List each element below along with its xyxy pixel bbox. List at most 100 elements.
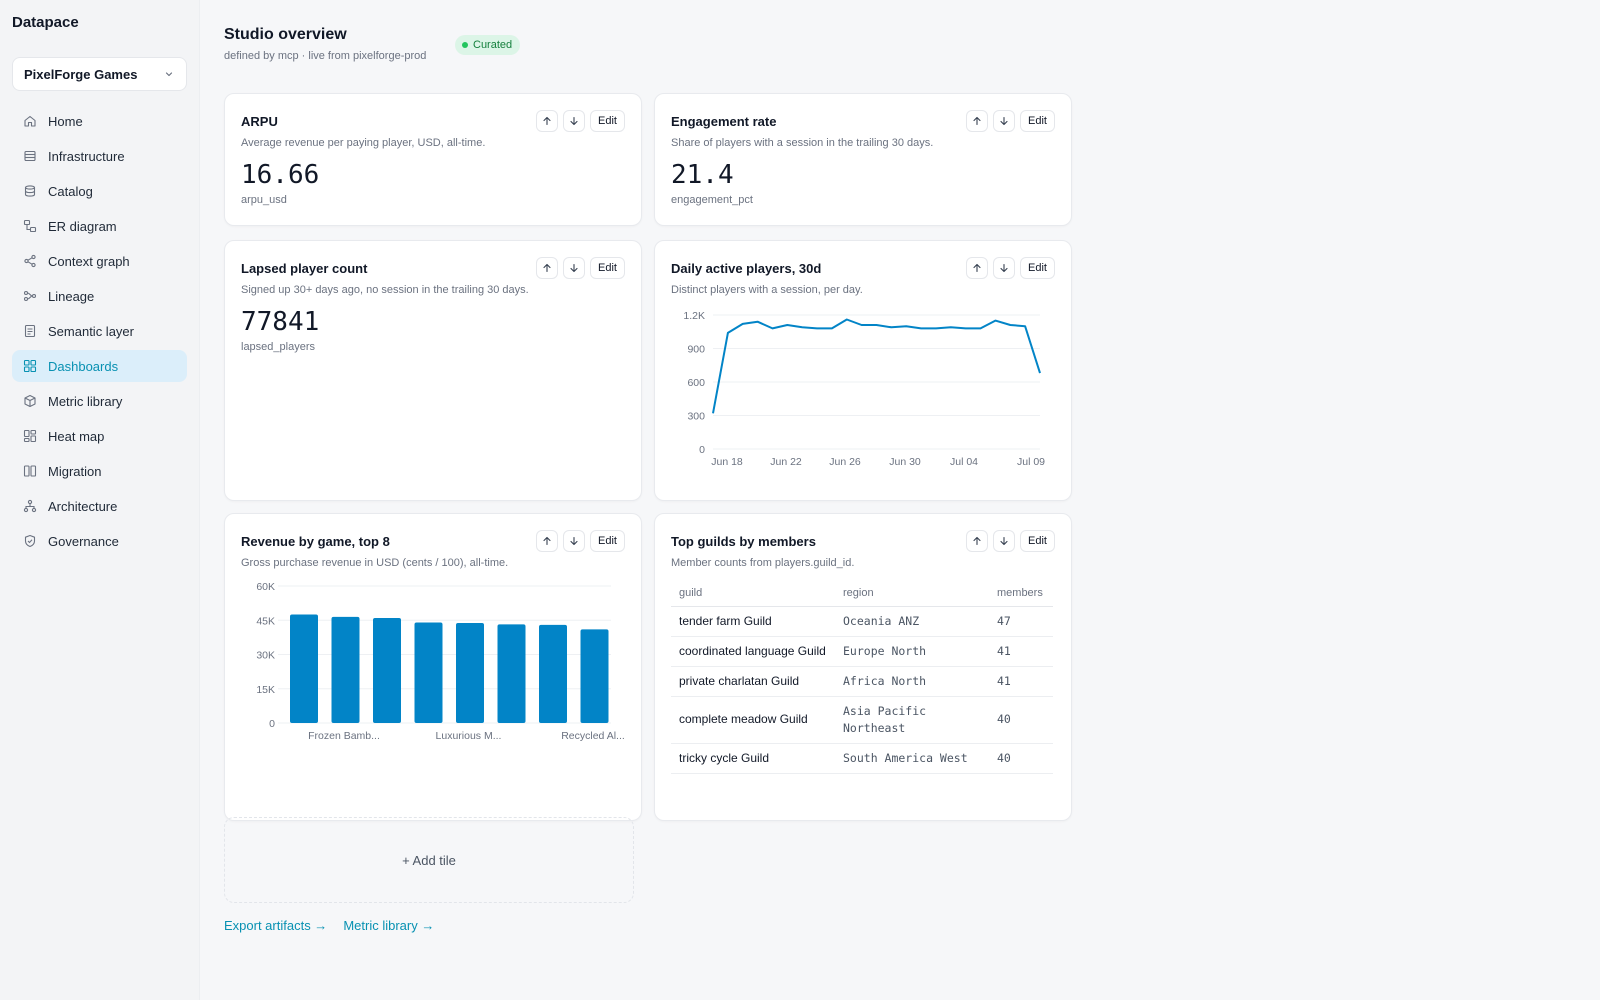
page-subtitle: defined by mcp · live from pixelforge-pr…	[224, 50, 427, 62]
arrow-down-icon	[570, 116, 578, 126]
sidebar-item-infrastructure[interactable]: Infrastructure	[12, 140, 187, 172]
edit-button[interactable]: Edit	[590, 257, 625, 279]
hierarchy-icon	[23, 499, 37, 513]
sidebar-item-context-graph[interactable]: Context graph	[12, 245, 187, 277]
table-header-row: guild region members	[671, 580, 1053, 607]
move-up-button[interactable]	[966, 530, 989, 552]
cell-guild: coordinated language Guild	[671, 636, 835, 667]
y-tick-label: 45K	[256, 615, 275, 627]
sidebar-item-label: Migration	[48, 463, 102, 479]
bar	[539, 624, 567, 723]
org-selector-value: PixelForge Games	[24, 66, 138, 82]
heatmap-icon	[23, 429, 37, 443]
edit-button[interactable]: Edit	[1020, 110, 1055, 132]
tile-title: Top guilds by members	[671, 534, 816, 549]
table-row: tricky cycle Guild South America West 40	[671, 743, 1053, 774]
metric-value: 16.66	[241, 160, 320, 190]
sidebar-item-architecture[interactable]: Architecture	[12, 490, 187, 522]
sidebar-item-label: Heat map	[48, 428, 105, 444]
sidebar-item-label: Semantic layer	[48, 323, 134, 339]
sidebar-item-migration[interactable]: Migration	[12, 455, 187, 487]
arrow-up-icon	[543, 263, 551, 273]
sidebar-item-catalog[interactable]: Catalog	[12, 175, 187, 207]
columns-icon	[23, 464, 37, 478]
y-tick-label: 0	[269, 718, 275, 730]
bar	[456, 622, 484, 723]
edit-button[interactable]: Edit	[590, 110, 625, 132]
move-down-button[interactable]	[993, 530, 1016, 552]
table-row: coordinated language Guild Europe North …	[671, 636, 1053, 667]
x-tick-label: Jun 30	[889, 456, 921, 468]
sidebar-item-home[interactable]: Home	[12, 105, 187, 137]
cell-region: Europe North	[835, 636, 989, 667]
sidebar-item-semantic-layer[interactable]: Semantic layer	[12, 315, 187, 347]
sidebar: Datapace PixelForge Games Home Infrastru…	[0, 0, 200, 1000]
arrow-up-icon	[543, 116, 551, 126]
footer-links: Export artifacts → Metric library →	[224, 918, 434, 933]
x-tick-label: Jul 04	[950, 456, 978, 468]
sidebar-item-metric-library[interactable]: Metric library	[12, 385, 187, 417]
y-tick-label: 900	[687, 344, 705, 356]
add-tile-button[interactable]: + Add tile	[224, 817, 634, 903]
sidebar-item-er-diagram[interactable]: ER diagram	[12, 210, 187, 242]
arrow-down-icon	[1000, 536, 1008, 546]
sidebar-item-dashboards[interactable]: Dashboards	[12, 350, 187, 382]
column-header-guild: guild	[671, 580, 835, 607]
x-tick-label: Jun 18	[711, 456, 743, 468]
move-down-button[interactable]	[993, 110, 1016, 132]
table-row: tender farm Guild Oceania ANZ 47	[671, 606, 1053, 637]
move-up-button[interactable]	[536, 110, 559, 132]
x-tick-label: Jun 22	[770, 456, 802, 468]
move-up-button[interactable]	[536, 257, 559, 279]
sidebar-item-label: Context graph	[48, 253, 130, 269]
tile-description: Signed up 30+ days ago, no session in th…	[241, 284, 529, 296]
tile-engagement: Engagement rate Edit Share of players wi…	[654, 93, 1072, 226]
y-tick-label: 1.2K	[683, 310, 705, 322]
column-header-members: members	[989, 580, 1053, 607]
arrow-up-icon	[973, 536, 981, 546]
bar	[580, 629, 609, 723]
share-icon	[23, 254, 37, 268]
metric-value: 77841	[241, 307, 320, 337]
sidebar-item-label: Metric library	[48, 393, 123, 409]
y-tick-label: 30K	[256, 650, 275, 662]
x-tick-label: Recycled Al...	[561, 730, 625, 742]
cell-members: 40	[989, 743, 1053, 774]
sidebar-item-lineage[interactable]: Lineage	[12, 280, 187, 312]
cube-icon	[23, 394, 37, 408]
tile-actions: Edit	[536, 110, 625, 132]
lineage-icon	[23, 289, 37, 303]
tile-description: Average revenue per paying player, USD, …	[241, 137, 486, 149]
cell-guild: tricky cycle Guild	[671, 743, 835, 774]
export-artifacts-link[interactable]: Export artifacts →	[224, 918, 327, 933]
sidebar-item-label: ER diagram	[48, 218, 117, 234]
sidebar-item-label: Catalog	[48, 183, 93, 199]
tile-actions: Edit	[536, 257, 625, 279]
guilds-table: guild region members tender farm Guild O…	[671, 580, 1053, 774]
table-row: complete meadow Guild Asia Pacific North…	[671, 696, 1053, 744]
move-down-button[interactable]	[563, 110, 586, 132]
cell-region: Africa North	[835, 666, 989, 697]
bar	[414, 622, 443, 723]
cell-region: Oceania ANZ	[835, 606, 989, 637]
cell-guild: complete meadow Guild	[671, 696, 835, 744]
edit-button[interactable]: Edit	[1020, 530, 1055, 552]
org-selector[interactable]: PixelForge Games	[12, 57, 187, 91]
chevron-down-icon	[164, 69, 174, 79]
y-tick-label: 60K	[256, 581, 275, 593]
cell-members: 40	[989, 696, 1053, 744]
move-up-button[interactable]	[966, 110, 989, 132]
bar	[373, 617, 401, 723]
move-down-button[interactable]	[563, 257, 586, 279]
sidebar-item-heat-map[interactable]: Heat map	[12, 420, 187, 452]
metric-field: arpu_usd	[241, 194, 287, 206]
bar	[290, 614, 318, 723]
er-diagram-icon	[23, 219, 37, 233]
arrow-down-icon	[1000, 116, 1008, 126]
arrow-down-icon	[570, 263, 578, 273]
cell-members: 47	[989, 606, 1053, 637]
cell-members: 41	[989, 636, 1053, 667]
sidebar-item-governance[interactable]: Governance	[12, 525, 187, 557]
metric-library-link[interactable]: Metric library →	[343, 918, 434, 933]
main-content: Studio overview defined by mcp · live fr…	[224, 0, 1600, 1000]
